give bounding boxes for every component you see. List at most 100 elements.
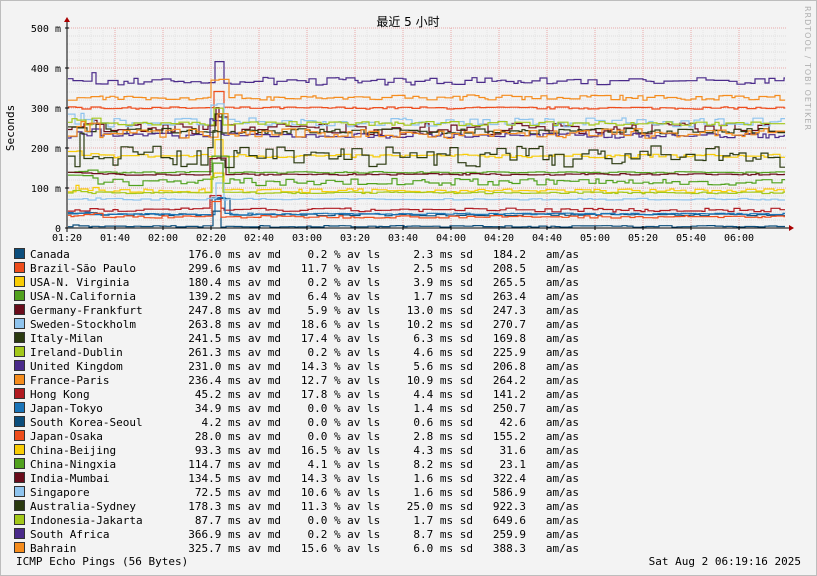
legend-series-stats: 114.7 ms av md 4.1 % av ls 8.2 ms sd 23.… [175, 458, 579, 471]
legend-series-name: USA-N. Virginia [30, 276, 130, 289]
legend-row: Indonesia-Jakarta 87.7 ms av md 0.0 % av… [14, 514, 579, 528]
legend-series-stats: 93.3 ms av md 16.5 % av ls 4.3 ms sd 31.… [175, 444, 579, 457]
legend-series-stats: 72.5 ms av md 10.6 % av ls 1.6 ms sd 586… [175, 486, 579, 499]
legend-swatch [14, 486, 25, 497]
rrdtool-watermark: RRDTOOL / TOBI OETIKER [803, 6, 812, 132]
footer-probe-label: ICMP Echo Pings (56 Bytes) [16, 555, 189, 568]
legend-series-name: Singapore [30, 486, 90, 499]
legend-swatch [14, 430, 25, 441]
legend-swatch [14, 346, 25, 357]
legend-series-stats: 263.8 ms av md 18.6 % av ls 10.2 ms sd 2… [175, 318, 579, 331]
legend-row: Germany-Frankfurt 247.8 ms av md 5.9 % a… [14, 304, 579, 318]
legend-series-name: Japan-Osaka [30, 430, 103, 443]
legend-series-name: Italy-Milan [30, 332, 103, 345]
legend-series-name: Australia-Sydney [30, 500, 136, 513]
legend-series-stats: 28.0 ms av md 0.0 % av ls 2.8 ms sd 155.… [175, 430, 579, 443]
legend-series-stats: 134.5 ms av md 14.3 % av ls 1.6 ms sd 32… [175, 472, 579, 485]
legend-series-stats: 176.0 ms av md 0.2 % av ls 2.3 ms sd 184… [175, 248, 579, 261]
legend-swatch [14, 500, 25, 511]
legend-row: Canada 176.0 ms av md 0.2 % av ls 2.3 ms… [14, 248, 579, 262]
legend-series-name: USA-N.California [30, 290, 136, 303]
y-tick-label: 400 m [31, 64, 61, 75]
legend-series-stats: 325.7 ms av md 15.6 % av ls 6.0 ms sd 38… [175, 542, 579, 555]
legend-swatch [14, 402, 25, 413]
legend-swatch [14, 262, 25, 273]
x-axis-arrow [789, 225, 794, 231]
legend-row: China-Beijing 93.3 ms av md 16.5 % av ls… [14, 444, 579, 458]
legend-series-name: South Africa [30, 528, 110, 541]
legend-series-name: Indonesia-Jakarta [30, 514, 143, 527]
legend-series-name: India-Mumbai [30, 472, 110, 485]
x-tick-label: 02:00 [148, 233, 178, 244]
legend-series-stats: 231.0 ms av md 14.3 % av ls 5.6 ms sd 20… [175, 360, 579, 373]
legend-swatch [14, 318, 25, 329]
legend-swatch [14, 304, 25, 315]
legend-series-name: China-Ningxia [30, 458, 117, 471]
x-tick-label: 05:40 [676, 233, 706, 244]
legend-series-name: South Korea-Seoul [30, 416, 143, 429]
x-tick-label: 04:20 [484, 233, 514, 244]
legend-swatch [14, 276, 25, 287]
legend-swatch [14, 416, 25, 427]
x-tick-label: 03:20 [340, 233, 370, 244]
legend-row: USA-N.California 139.2 ms av md 6.4 % av… [14, 290, 579, 304]
x-tick-label: 03:00 [292, 233, 322, 244]
legend-row: Japan-Osaka 28.0 ms av md 0.0 % av ls 2.… [14, 430, 579, 444]
y-tick-label: 100 m [31, 184, 61, 195]
chart-title: 最近 5 小时 [376, 15, 439, 29]
legend-series-stats: 241.5 ms av md 17.4 % av ls 6.3 ms sd 16… [175, 332, 579, 345]
legend-series-name: Japan-Tokyo [30, 402, 103, 415]
y-axis-arrow [64, 17, 70, 22]
x-tick-label: 03:40 [388, 233, 418, 244]
x-tick-label: 05:20 [628, 233, 658, 244]
legend-series-stats: 236.4 ms av md 12.7 % av ls 10.9 ms sd 2… [175, 374, 579, 387]
legend: Canada 176.0 ms av md 0.2 % av ls 2.3 ms… [14, 248, 579, 556]
legend-swatch [14, 360, 25, 371]
x-tick-label: 04:00 [436, 233, 466, 244]
legend-series-name: Canada [30, 248, 70, 261]
legend-swatch [14, 388, 25, 399]
legend-row: India-Mumbai 134.5 ms av md 14.3 % av ls… [14, 472, 579, 486]
footer-timestamp: Sat Aug 2 06:19:16 2025 [648, 555, 801, 568]
legend-series-name: Germany-Frankfurt [30, 304, 143, 317]
legend-swatch [14, 528, 25, 539]
y-axis-label: Seconds [4, 105, 17, 151]
legend-swatch [14, 444, 25, 455]
y-tick-label: 500 m [31, 24, 61, 35]
legend-series-stats: 299.6 ms av md 11.7 % av ls 2.5 ms sd 20… [175, 262, 579, 275]
x-tick-label: 01:20 [52, 233, 82, 244]
legend-row: South Africa 366.9 ms av md 0.2 % av ls … [14, 528, 579, 542]
legend-swatch [14, 290, 25, 301]
legend-series-stats: 4.2 ms av md 0.0 % av ls 0.6 ms sd 42.6 … [175, 416, 579, 429]
legend-row: Hong Kong 45.2 ms av md 17.8 % av ls 4.4… [14, 388, 579, 402]
x-tick-label: 02:40 [244, 233, 274, 244]
legend-row: Ireland-Dublin 261.3 ms av md 0.2 % av l… [14, 346, 579, 360]
legend-series-stats: 178.3 ms av md 11.3 % av ls 25.0 ms sd 9… [175, 500, 579, 513]
legend-row: Singapore 72.5 ms av md 10.6 % av ls 1.6… [14, 486, 579, 500]
legend-swatch [14, 458, 25, 469]
legend-row: France-Paris 236.4 ms av md 12.7 % av ls… [14, 374, 579, 388]
legend-series-stats: 87.7 ms av md 0.0 % av ls 1.7 ms sd 649.… [175, 514, 579, 527]
legend-row: Italy-Milan 241.5 ms av md 17.4 % av ls … [14, 332, 579, 346]
y-tick-label: 200 m [31, 144, 61, 155]
legend-row: South Korea-Seoul 4.2 ms av md 0.0 % av … [14, 416, 579, 430]
series-line-20 [68, 61, 785, 86]
legend-swatch [14, 472, 25, 483]
legend-row: USA-N. Virginia 180.4 ms av md 0.2 % av … [14, 276, 579, 290]
legend-row: United Kingdom 231.0 ms av md 14.3 % av … [14, 360, 579, 374]
legend-series-name: France-Paris [30, 374, 110, 387]
legend-series-name: Hong Kong [30, 388, 90, 401]
latency-chart: 0100 m200 m300 m400 m500 m01:20 01:40 02:0… [4, 15, 794, 244]
legend-series-name: United Kingdom [30, 360, 123, 373]
x-tick-label: 06:00 [724, 233, 754, 244]
legend-row: Sweden-Stockholm 263.8 ms av md 18.6 % a… [14, 318, 579, 332]
legend-row: Brazil-São Paulo 299.6 ms av md 11.7 % a… [14, 262, 579, 276]
legend-series-name: Brazil-São Paulo [30, 262, 136, 275]
legend-series-stats: 180.4 ms av md 0.2 % av ls 3.9 ms sd 265… [175, 276, 579, 289]
y-tick-label: 300 m [31, 104, 61, 115]
legend-series-stats: 34.9 ms av md 0.0 % av ls 1.4 ms sd 250.… [175, 402, 579, 415]
x-tick-label: 01:40 [100, 233, 130, 244]
legend-swatch [14, 542, 25, 553]
legend-series-name: Sweden-Stockholm [30, 318, 136, 331]
legend-series-name: China-Beijing [30, 444, 117, 457]
